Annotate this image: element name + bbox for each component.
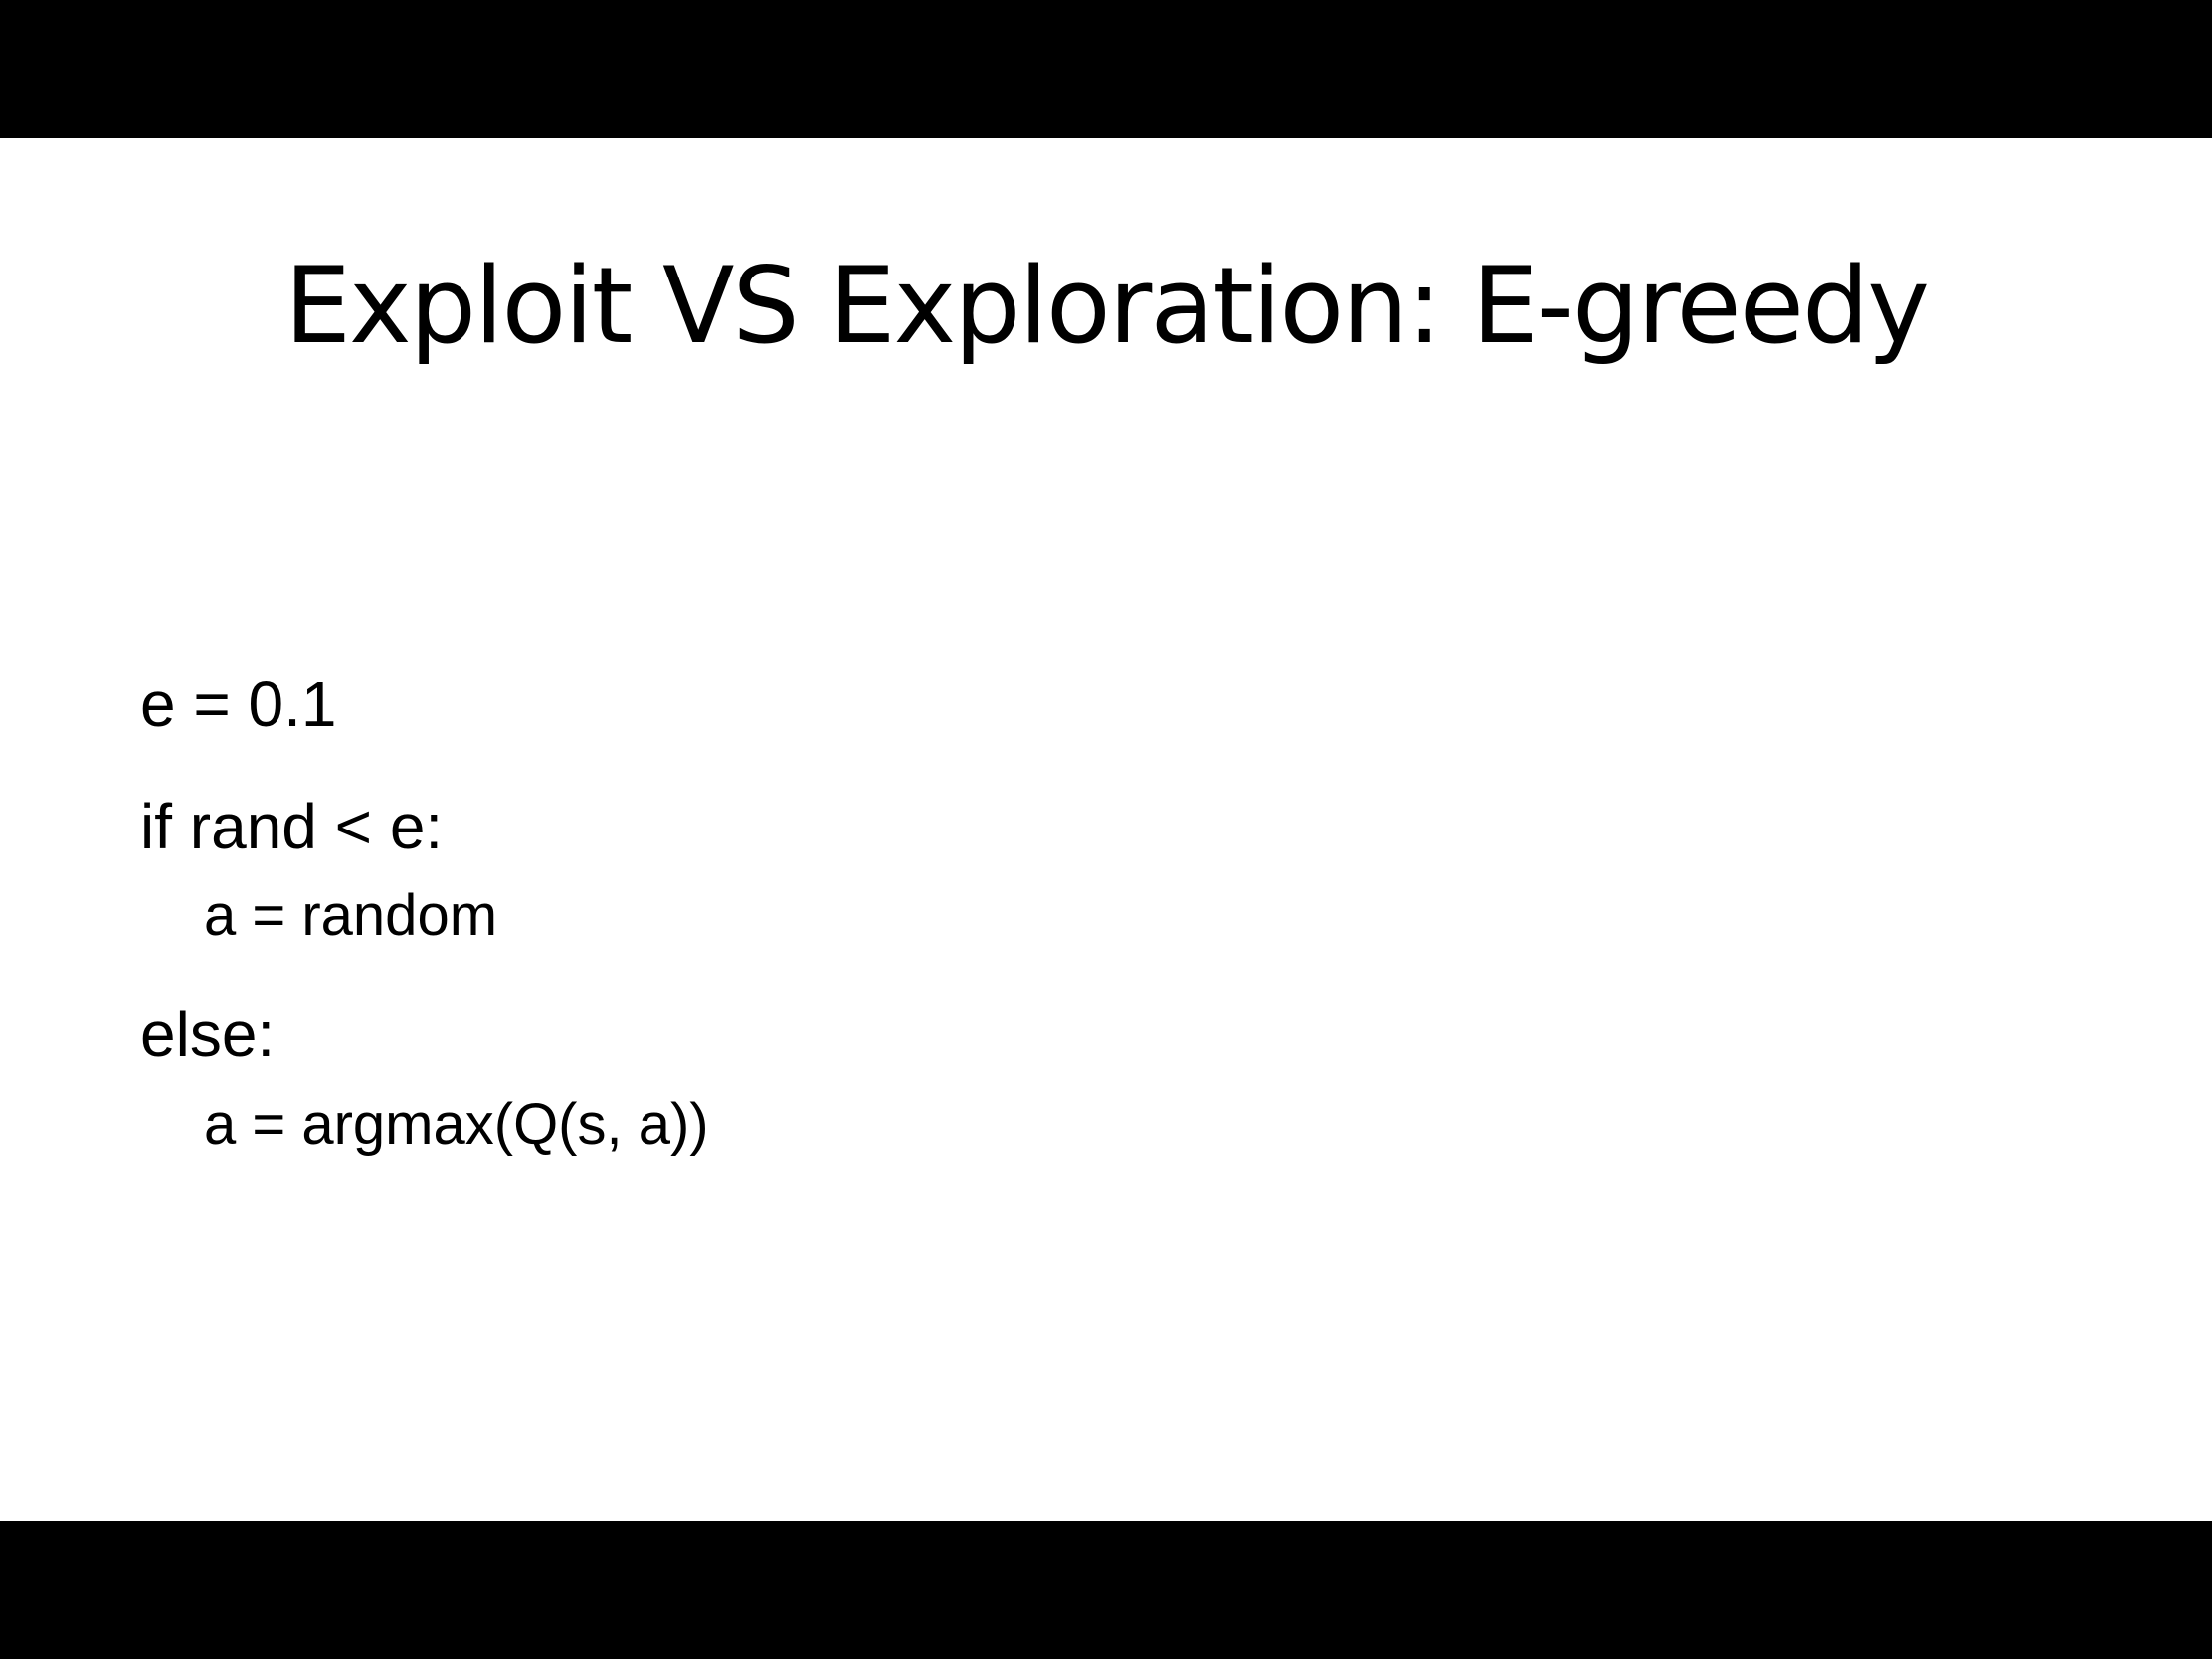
code-line-if-condition: if rand < e: <box>140 791 444 862</box>
code-line-argmax-action: a = argmax(Q(s, a)) <box>204 1092 709 1157</box>
code-line-epsilon-assignment: e = 0.1 <box>140 668 337 740</box>
slide: Exploit VS Exploration: E-greedy e = 0.1… <box>0 138 2212 1521</box>
letterbox-top-bar <box>0 0 2212 138</box>
presentation-screen: Exploit VS Exploration: E-greedy e = 0.1… <box>0 0 2212 1659</box>
letterbox-bottom-bar <box>0 1521 2212 1659</box>
code-line-else: else: <box>140 999 276 1070</box>
slide-title: Exploit VS Exploration: E-greedy <box>284 245 1930 367</box>
code-line-random-action: a = random <box>204 883 498 948</box>
